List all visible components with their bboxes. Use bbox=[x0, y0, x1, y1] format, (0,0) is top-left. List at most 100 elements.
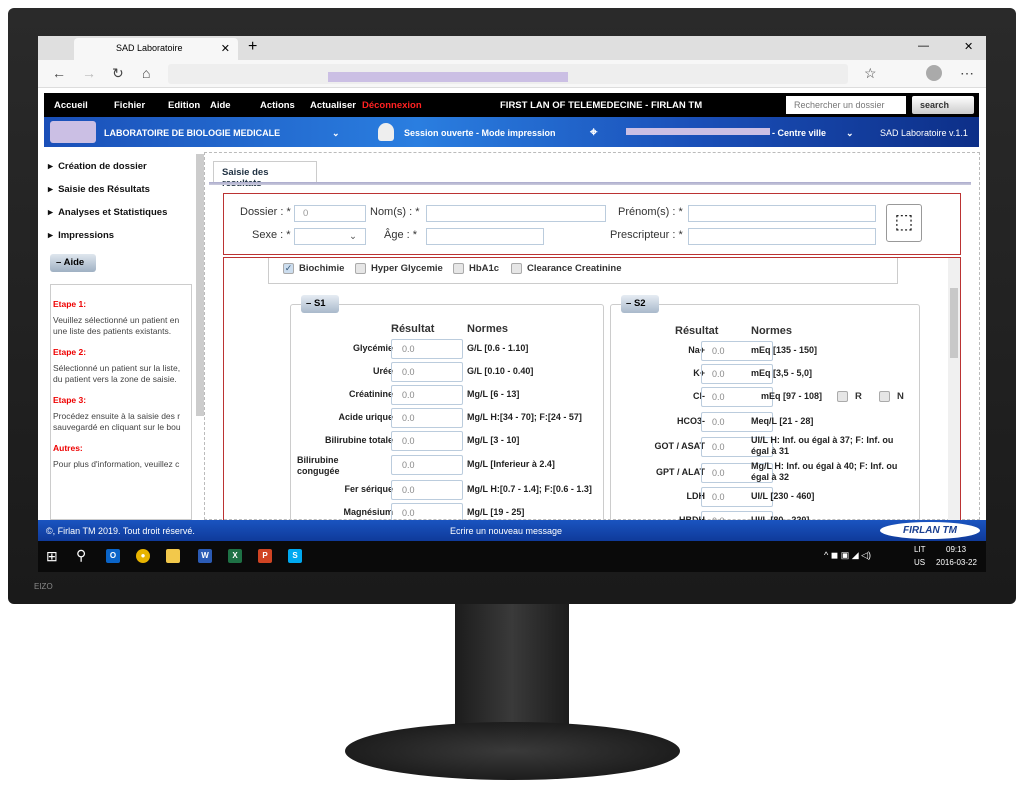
aide-toggle-button[interactable]: – Aide bbox=[50, 254, 96, 272]
favorites-icon[interactable]: ☆ bbox=[864, 65, 877, 82]
result-input[interactable]: 0.0 bbox=[391, 455, 463, 475]
result-input[interactable]: 0.0 bbox=[391, 408, 463, 428]
result-input[interactable]: 0.0 bbox=[391, 480, 463, 500]
norm-text: Mg/L [19 - 25] bbox=[467, 507, 525, 517]
result-row: Acide urique 0.0 Mg/L H:[34 - 70]; F:[24 -… bbox=[291, 408, 611, 428]
session-status: Session ouverte - Mode impression bbox=[404, 128, 556, 138]
result-row: GPT / ALAT 0.0 Mg/L H: Inf. ou égal à 40; … bbox=[611, 461, 931, 483]
url-input[interactable] bbox=[168, 64, 848, 84]
nav-fichier[interactable]: Fichier bbox=[114, 100, 145, 111]
norm-text: Mg/L [Inferieur à 2.4] bbox=[467, 459, 555, 469]
result-row: Fer sérique 0.0 Mg/L H:[0.7 - 1.4]; F:[0.6… bbox=[291, 480, 611, 500]
checkbox-cl-r[interactable] bbox=[837, 391, 848, 402]
monitor-stand bbox=[455, 604, 569, 739]
browser-tab[interactable]: SAD Laboratoire ✕ bbox=[74, 38, 238, 60]
profile-avatar[interactable] bbox=[926, 65, 942, 81]
language-1[interactable]: LIT bbox=[914, 545, 926, 554]
s1-col-result: Résultat bbox=[391, 323, 435, 335]
nav-aide[interactable]: Aide bbox=[210, 100, 231, 111]
checkbox-hyper-glycemie[interactable] bbox=[355, 263, 366, 274]
sidebar-item-impressions[interactable]: ▸ Impressions bbox=[48, 230, 114, 241]
checkbox-biochimie[interactable]: ✓ bbox=[283, 263, 294, 274]
checkbox-clearance[interactable] bbox=[511, 263, 522, 274]
norm-text: Meq/L [21 - 28] bbox=[751, 416, 814, 426]
nav-edition[interactable]: Edition bbox=[168, 100, 200, 111]
search-input[interactable]: Rechercher un dossier bbox=[786, 96, 906, 114]
close-tab-icon[interactable]: ✕ bbox=[221, 42, 230, 55]
checkbox-cl-n[interactable] bbox=[879, 391, 890, 402]
prescripteur-input[interactable] bbox=[688, 228, 876, 245]
analyte-label: Bilirubine totale bbox=[324, 435, 393, 445]
clock-time[interactable]: 09:13 bbox=[946, 545, 966, 554]
sidebar-item-creation[interactable]: ▸ Création de dossier bbox=[48, 161, 147, 172]
age-input[interactable] bbox=[426, 228, 544, 245]
chrome-icon[interactable]: ● bbox=[136, 549, 150, 563]
result-row: LDH 0.0 UI/L [230 - 460] bbox=[611, 487, 931, 507]
norm-text: Mg/L H:[0.7 - 1.4]; F:[0.6 - 1.3] bbox=[467, 484, 592, 494]
nav-deconnexion[interactable]: Déconnexion bbox=[362, 100, 422, 111]
result-row: Urée 0.0 G/L [0.10 - 0.40] bbox=[291, 362, 611, 382]
tab-saisie-resultats[interactable]: Saisie des resultats bbox=[213, 161, 317, 189]
s2-toggle[interactable]: – S2 bbox=[621, 295, 659, 313]
lab-chevron-icon[interactable]: ⌄ bbox=[332, 128, 340, 139]
result-input[interactable]: 0.0 bbox=[391, 362, 463, 382]
result-input[interactable]: 0.0 bbox=[391, 503, 463, 521]
reload-icon[interactable]: ↻ bbox=[112, 65, 124, 82]
help-step-title: Etape 2: bbox=[53, 347, 87, 357]
powerpoint-icon[interactable]: P bbox=[258, 549, 272, 563]
analyte-label: Glycémie bbox=[352, 343, 393, 353]
language-2[interactable]: US bbox=[914, 558, 925, 567]
monitor-brand-logo: EIZO bbox=[34, 582, 53, 591]
location-chevron-icon[interactable]: ⌄ bbox=[846, 128, 854, 139]
checkbox-hba1c[interactable] bbox=[453, 263, 464, 274]
sexe-select[interactable]: ⌄ bbox=[294, 228, 366, 245]
nav-actualiser[interactable]: Actualiser bbox=[310, 100, 356, 111]
nav-actions[interactable]: Actions bbox=[260, 100, 295, 111]
search-taskbar-icon[interactable]: ⚲ bbox=[76, 547, 86, 564]
result-input[interactable]: 0.0 bbox=[391, 385, 463, 405]
nom-input[interactable] bbox=[426, 205, 606, 222]
results-scrollbar[interactable] bbox=[948, 258, 960, 521]
forward-icon[interactable]: → bbox=[82, 65, 96, 81]
windows-start-icon[interactable]: ⊞ bbox=[46, 548, 58, 565]
result-input[interactable]: 0.0 bbox=[391, 339, 463, 359]
label-cl-n: N bbox=[897, 391, 904, 402]
clock-date[interactable]: 2016-03-22 bbox=[936, 558, 977, 567]
s2-col-norms: Normes bbox=[751, 325, 792, 337]
back-icon[interactable]: ← bbox=[52, 65, 66, 81]
search-button[interactable]: search bbox=[912, 96, 974, 114]
tray-icons[interactable]: ^ ◼ ▣ ◢ ◁) bbox=[824, 550, 871, 561]
prenom-input[interactable] bbox=[688, 205, 876, 222]
sidebar-item-saisie[interactable]: ▸ Saisie des Résultats bbox=[48, 184, 150, 195]
new-message-link[interactable]: Ecrire un nouveau message bbox=[450, 526, 562, 536]
taskbar: ⊞ ⚲ O ● W X P S ^ ◼ ▣ ◢ ◁) LIT US 09:13 … bbox=[38, 541, 986, 572]
word-icon[interactable]: W bbox=[198, 549, 212, 563]
dossier-input[interactable]: 0 bbox=[294, 205, 366, 222]
menu-icon[interactable]: ⋯ bbox=[960, 65, 974, 82]
sidebar-item-analyses[interactable]: ▸ Analyses et Statistiques bbox=[48, 207, 167, 218]
select-patient-icon[interactable]: ⬚ bbox=[886, 204, 922, 242]
analyte-label: Acide urique bbox=[338, 412, 393, 422]
norm-text: Mg/L H: Inf. ou égal à 40; F: Inf. ou ég… bbox=[751, 461, 898, 482]
s2-col-result: Résultat bbox=[675, 325, 719, 337]
file-explorer-icon[interactable] bbox=[166, 549, 180, 563]
minimize-icon[interactable]: — bbox=[918, 40, 929, 52]
home-icon[interactable]: ⌂ bbox=[142, 65, 150, 81]
result-row: K+ 0.0 mEq [3,5 - 5,0] bbox=[611, 364, 931, 384]
close-window-icon[interactable]: ✕ bbox=[964, 40, 973, 53]
footer-bar: ©, Firlan TM 2019. Tout droit réservé. E… bbox=[38, 520, 986, 541]
nav-accueil[interactable]: Accueil bbox=[54, 100, 88, 111]
copyright: ©, Firlan TM 2019. Tout droit réservé. bbox=[46, 526, 195, 536]
app-version: SAD Laboratoire v.1.1 bbox=[880, 128, 968, 138]
skype-icon[interactable]: S bbox=[288, 549, 302, 563]
s1-toggle[interactable]: – S1 bbox=[301, 295, 339, 313]
analyte-label: Bilirubine congugée bbox=[297, 455, 340, 476]
new-tab-icon[interactable]: + bbox=[248, 38, 257, 56]
help-step-text: Veuillez sélectionné un patient en une li… bbox=[53, 315, 180, 336]
outlook-icon[interactable]: O bbox=[106, 549, 120, 563]
monitor-base bbox=[345, 722, 680, 780]
excel-icon[interactable]: X bbox=[228, 549, 242, 563]
label-hba1c: HbA1c bbox=[469, 263, 500, 274]
sidebar-scrollbar[interactable] bbox=[196, 154, 204, 416]
result-input[interactable]: 0.0 bbox=[391, 431, 463, 451]
